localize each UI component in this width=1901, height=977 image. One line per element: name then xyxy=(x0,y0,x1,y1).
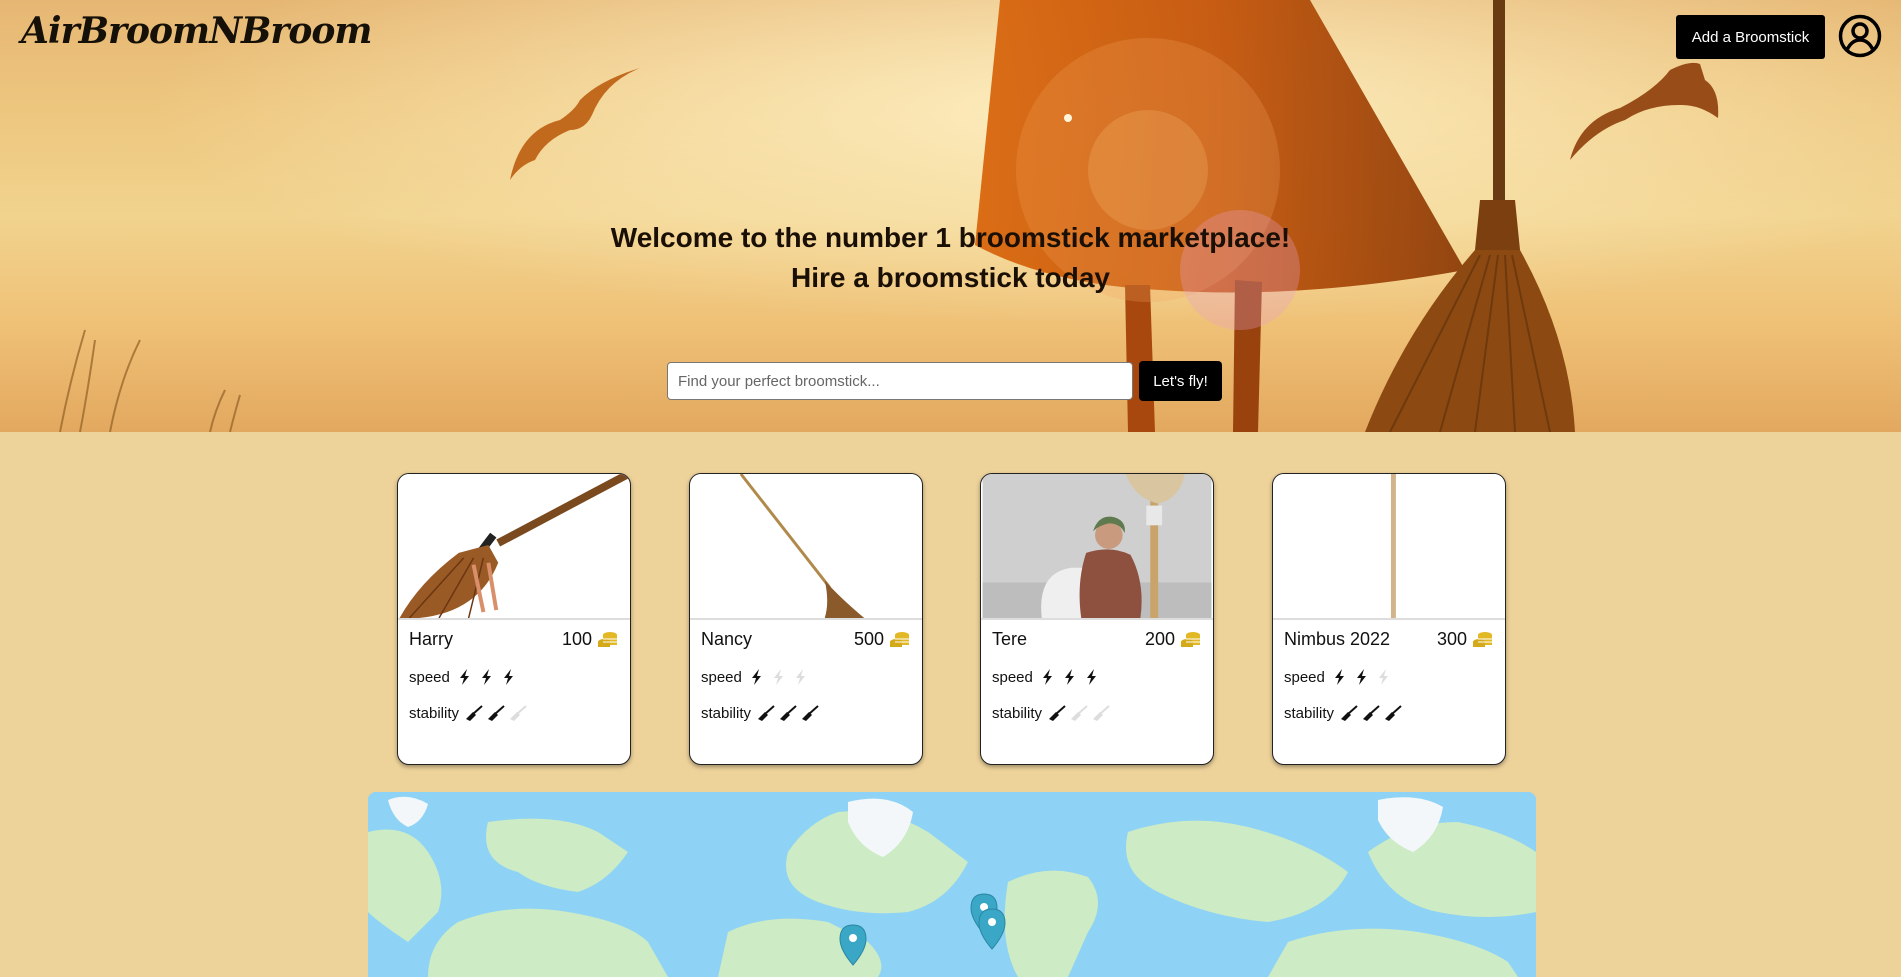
add-broomstick-button[interactable]: Add a Broomstick xyxy=(1676,15,1825,59)
broomstick-image xyxy=(398,474,630,620)
broom-icon xyxy=(1341,705,1358,721)
stability-label: stability xyxy=(1284,704,1335,722)
logo[interactable]: AirBroomNBroom xyxy=(21,10,372,52)
lightning-icon xyxy=(459,669,469,685)
broomstick-card[interactable]: Nancy 500 speed stability xyxy=(689,473,923,765)
card-name: Nimbus 2022 xyxy=(1284,629,1391,649)
broomstick-card[interactable]: Nimbus 2022 300 speed stability xyxy=(1272,473,1506,765)
coin-stack-icon xyxy=(890,632,909,647)
speed-label: speed xyxy=(701,668,742,686)
card-price: 200 xyxy=(1144,629,1175,649)
stability-label: stability xyxy=(409,704,460,722)
user-circle-icon[interactable] xyxy=(1838,14,1882,58)
broom-icon xyxy=(510,705,527,721)
stability-rating: stability xyxy=(701,703,821,723)
broomstick-card[interactable]: Harry 100 speed stability xyxy=(397,473,631,765)
broomstick-image xyxy=(981,474,1213,620)
speed-label: speed xyxy=(1284,668,1325,686)
broomstick-image xyxy=(690,474,922,620)
lightning-icon xyxy=(1356,669,1366,685)
broomstick-card[interactable]: Tere 200 speed stability xyxy=(980,473,1214,765)
stability-label: stability xyxy=(992,704,1043,722)
speed-rating: speed xyxy=(992,667,1103,687)
hero-headline: Welcome to the number 1 broomstick marke… xyxy=(0,218,1901,298)
coin-stack-icon xyxy=(1473,632,1492,647)
broom-icon xyxy=(488,705,505,721)
speed-label: speed xyxy=(409,668,450,686)
world-map-tiles xyxy=(368,792,1536,977)
broom-icon xyxy=(758,705,775,721)
lightning-icon xyxy=(503,669,513,685)
speed-label: speed xyxy=(992,668,1033,686)
card-price: 100 xyxy=(561,629,592,649)
world-map[interactable] xyxy=(368,792,1536,977)
card-name: Tere xyxy=(992,629,1028,649)
hero-banner: AirBroomNBroom Add a Broomstick Welcome … xyxy=(0,0,1901,432)
lightning-icon xyxy=(1042,669,1052,685)
broomstick-image xyxy=(1273,474,1505,620)
speed-rating: speed xyxy=(409,667,520,687)
search-button[interactable]: Let's fly! xyxy=(1139,361,1222,401)
speed-rating: speed xyxy=(1284,667,1395,687)
broom-icon xyxy=(1071,705,1088,721)
lightning-icon xyxy=(481,669,491,685)
card-name: Nancy xyxy=(701,629,753,649)
search-input[interactable] xyxy=(667,362,1133,400)
broom-icon xyxy=(1093,705,1110,721)
speed-rating: speed xyxy=(701,667,812,687)
lightning-icon xyxy=(1086,669,1096,685)
lightning-icon xyxy=(1334,669,1344,685)
card-name: Harry xyxy=(409,629,453,649)
broom-icon xyxy=(780,705,797,721)
stability-label: stability xyxy=(701,704,752,722)
broom-icon xyxy=(1385,705,1402,721)
coin-stack-icon xyxy=(598,632,617,647)
lightning-icon xyxy=(751,669,761,685)
card-price: 300 xyxy=(1436,629,1467,649)
broom-icon xyxy=(1049,705,1066,721)
broom-icon xyxy=(466,705,483,721)
headline-line-1: Welcome to the number 1 broomstick marke… xyxy=(610,222,1291,253)
broom-icon xyxy=(802,705,819,721)
lightning-icon xyxy=(1378,669,1388,685)
headline-line-2: Hire a broomstick today xyxy=(791,262,1110,293)
lightning-icon xyxy=(773,669,783,685)
lightning-icon xyxy=(1064,669,1074,685)
broom-icon xyxy=(1363,705,1380,721)
lightning-icon xyxy=(795,669,805,685)
coin-stack-icon xyxy=(1181,632,1200,647)
stability-rating: stability xyxy=(409,703,529,723)
card-price: 500 xyxy=(853,629,884,649)
stability-rating: stability xyxy=(1284,703,1404,723)
stability-rating: stability xyxy=(992,703,1112,723)
